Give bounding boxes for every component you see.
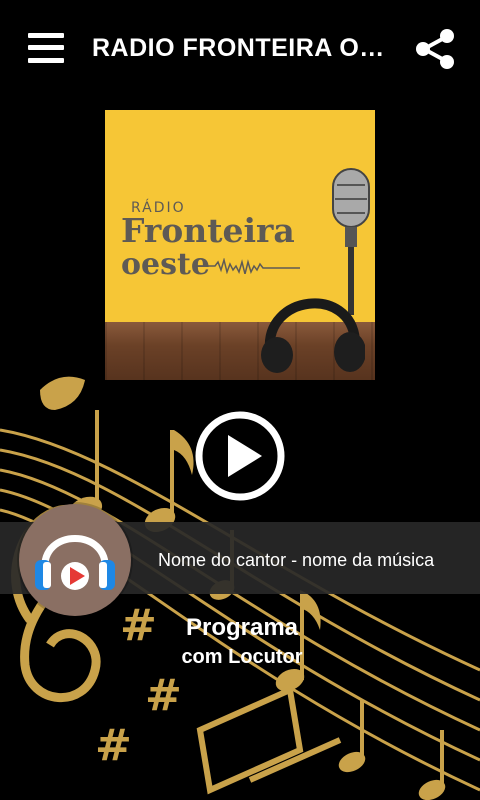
- headphones-play-icon: [35, 535, 115, 590]
- logo-fronteira-word: Fronteira: [121, 211, 295, 250]
- station-title: RADIO FRONTEIRA OESTE: [92, 34, 392, 62]
- svg-text:#: #: [95, 720, 132, 771]
- now-playing-text: Nome do cantor - nome da música: [158, 550, 435, 570]
- share-icon[interactable]: [414, 28, 456, 70]
- logo-oeste-word: oeste: [121, 247, 210, 282]
- host-name: com Locutor: [181, 646, 303, 668]
- svg-text:#: #: [145, 670, 182, 721]
- station-cover-art: RÁDIO Fronteira oeste: [105, 110, 375, 380]
- play-button[interactable]: [194, 410, 286, 502]
- program-name: Programa: [185, 614, 299, 641]
- hamburger-menu-icon[interactable]: [28, 30, 64, 66]
- top-bar: RADIO FRONTEIRA OESTE: [0, 0, 480, 100]
- sound-wave-graphic: [205, 258, 300, 274]
- headphones-icon: [261, 298, 365, 373]
- program-avatar: [19, 504, 131, 616]
